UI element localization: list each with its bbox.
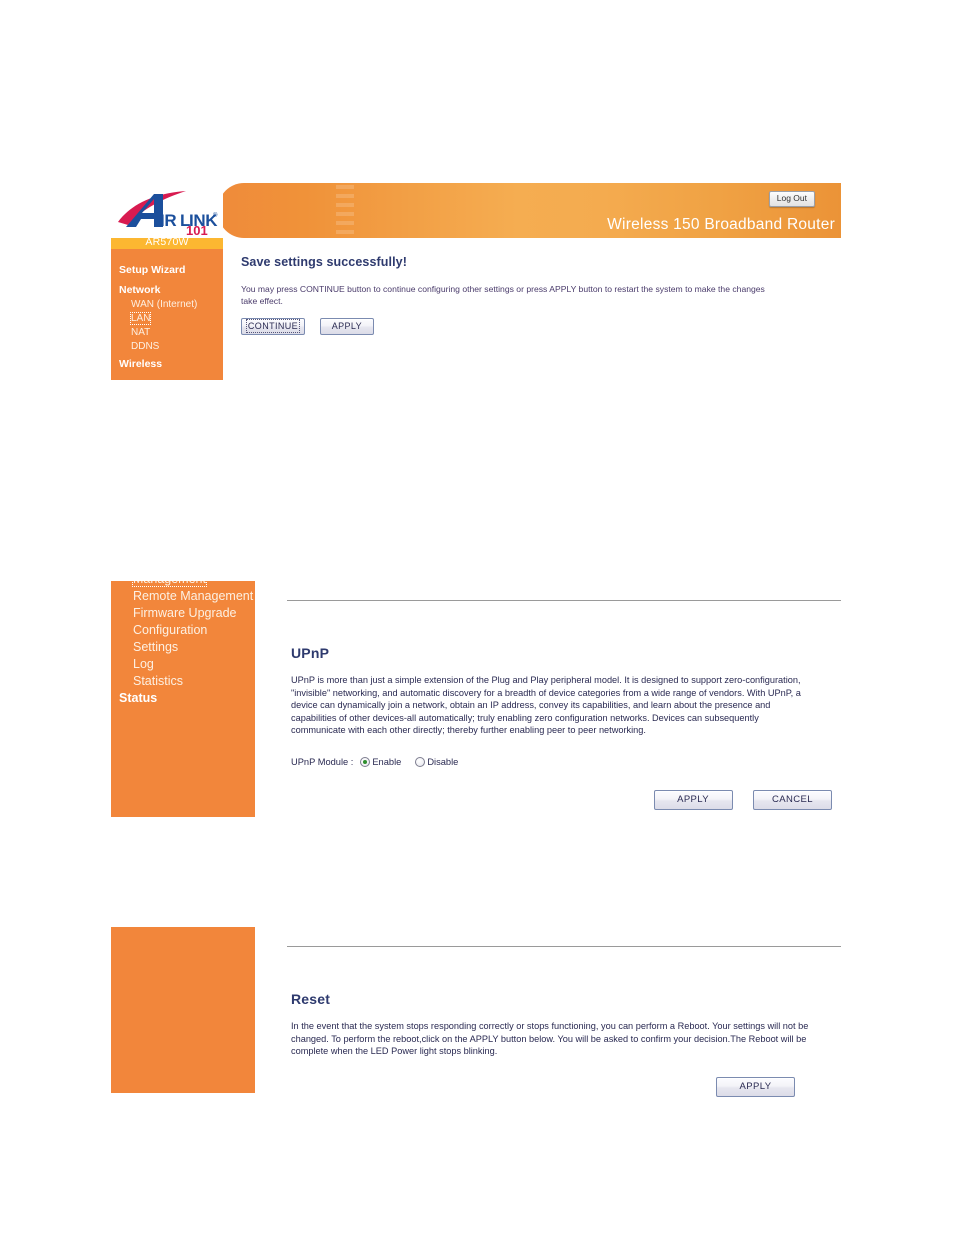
upnp-title: UPnP (291, 645, 330, 661)
sidebar-item-label: Log (133, 657, 154, 671)
save-settings-description: You may press CONTINUE button to continu… (241, 284, 765, 306)
reset-title: Reset (291, 991, 331, 1007)
reset-apply-label: APPLY (739, 1080, 772, 1092)
upnp-apply-label: APPLY (677, 793, 710, 805)
sidebar-item-label: Wireless (119, 358, 163, 370)
reset-page: Reset In the event that the system stops… (111, 927, 841, 1097)
reset-buttons: APPLY (287, 1076, 841, 1097)
sidebar-item-firmware-upgrade[interactable]: Firmware Upgrade (111, 605, 255, 622)
upnp-module-field: UPnP Module : Enable Disable (291, 756, 841, 767)
sidebar-top: AR570W Setup Wizard Network WAN (Interne… (111, 235, 223, 380)
svg-text:101: 101 (186, 223, 208, 235)
upnp-disable-radio-option[interactable]: Disable (415, 756, 459, 767)
sidebar-item-label: Status (119, 691, 158, 705)
upnp-page: Management Remote Management Firmware Up… (111, 581, 841, 817)
radio-icon[interactable] (360, 756, 371, 767)
sidebar-item-lan[interactable]: LAN (111, 312, 223, 326)
upnp-module-label: UPnP Module : (291, 756, 354, 767)
sidebar-item-log[interactable]: Log (111, 656, 255, 673)
sidebar-item-label: Management (132, 581, 207, 587)
sidebar-item-label: Firmware Upgrade (133, 606, 237, 620)
upnp-enable-radio-option[interactable]: Enable (360, 756, 402, 767)
sidebar-item-ddns[interactable]: DDNS (111, 340, 223, 354)
sidebar-item-statistics[interactable]: Statistics (111, 673, 255, 690)
sidebar-item-label: Statistics (133, 674, 184, 688)
page-title: Save settings successfully! (241, 255, 407, 269)
router-header: Wireless 150 Broadband Router Log Out IR… (111, 183, 841, 238)
sidebar-mid-list: Management Remote Management Firmware Up… (111, 581, 255, 707)
sidebar-item-label: WAN (Internet) (131, 299, 198, 310)
sidebar-item-status[interactable]: Status (111, 690, 255, 707)
reset-apply-button[interactable]: APPLY (716, 1076, 795, 1097)
upnp-description: UPnP is more than just a simple extensio… (291, 675, 801, 736)
sidebar-item-wireless[interactable]: Wireless (111, 354, 223, 372)
upnp-disable-label: Disable (427, 756, 459, 767)
sidebar-item-setup-wizard[interactable]: Setup Wizard (111, 262, 223, 278)
apply-button[interactable]: APPLY (319, 318, 374, 335)
sidebar-item-label: LAN (129, 312, 152, 325)
upnp-cancel-button[interactable]: CANCEL (753, 789, 832, 810)
logout-button[interactable]: Log Out (768, 191, 815, 207)
header-title: Wireless 150 Broadband Router (607, 216, 835, 233)
sidebar-item-network[interactable]: Network (111, 282, 223, 298)
sidebar-mid: Management Remote Management Firmware Up… (111, 581, 255, 817)
sidebar-item-label: Remote Management (133, 589, 254, 603)
continue-button-label: CONTINUE (245, 319, 301, 333)
sidebar-bottom (111, 927, 255, 1093)
sidebar-item-wan-internet[interactable]: WAN (Internet) (111, 298, 223, 312)
save-settings-content: Save settings successfully! You may pres… (241, 255, 841, 335)
radio-icon[interactable] (415, 756, 426, 767)
upnp-enable-label: Enable (372, 756, 402, 767)
sidebar-item-nat[interactable]: NAT (111, 326, 223, 340)
svg-text:®: ® (213, 212, 218, 219)
sidebar-item-label: DDNS (131, 341, 160, 352)
upnp-cancel-label: CANCEL (772, 793, 813, 805)
upnp-content: UPnP UPnP is more than just a simple ext… (287, 581, 841, 810)
section-divider (287, 946, 841, 947)
reset-content: Reset In the event that the system stops… (287, 927, 841, 1097)
sidebar-item-remote-management[interactable]: Remote Management (111, 588, 255, 605)
airlink-logo-svg: IR L INK ® 101 (118, 191, 219, 235)
section-divider (287, 600, 841, 601)
sidebar-item-label: NAT (131, 327, 151, 338)
sidebar-item-management[interactable]: Management (111, 581, 255, 588)
save-settings-page: Wireless 150 Broadband Router Log Out IR… (111, 183, 841, 380)
sidebar-item-label: Configuration Settings (133, 623, 208, 654)
sidebar-item-label: Setup Wizard (119, 264, 186, 276)
svg-text:IR: IR (160, 211, 176, 230)
apply-button-label: APPLY (331, 321, 363, 331)
sidebar-item-configuration-settings[interactable]: Configuration Settings (111, 622, 255, 656)
upnp-buttons: APPLY CANCEL (287, 789, 841, 810)
continue-button[interactable]: CONTINUE (241, 318, 305, 335)
reset-description: In the event that the system stops respo… (291, 1021, 809, 1057)
save-settings-buttons: CONTINUE APPLY (241, 316, 841, 335)
header-banner: Wireless 150 Broadband Router (218, 183, 841, 238)
upnp-apply-button[interactable]: APPLY (653, 789, 733, 810)
sidebar-item-label: Network (119, 284, 161, 296)
airlink-logo: IR L INK ® 101 (111, 183, 223, 238)
